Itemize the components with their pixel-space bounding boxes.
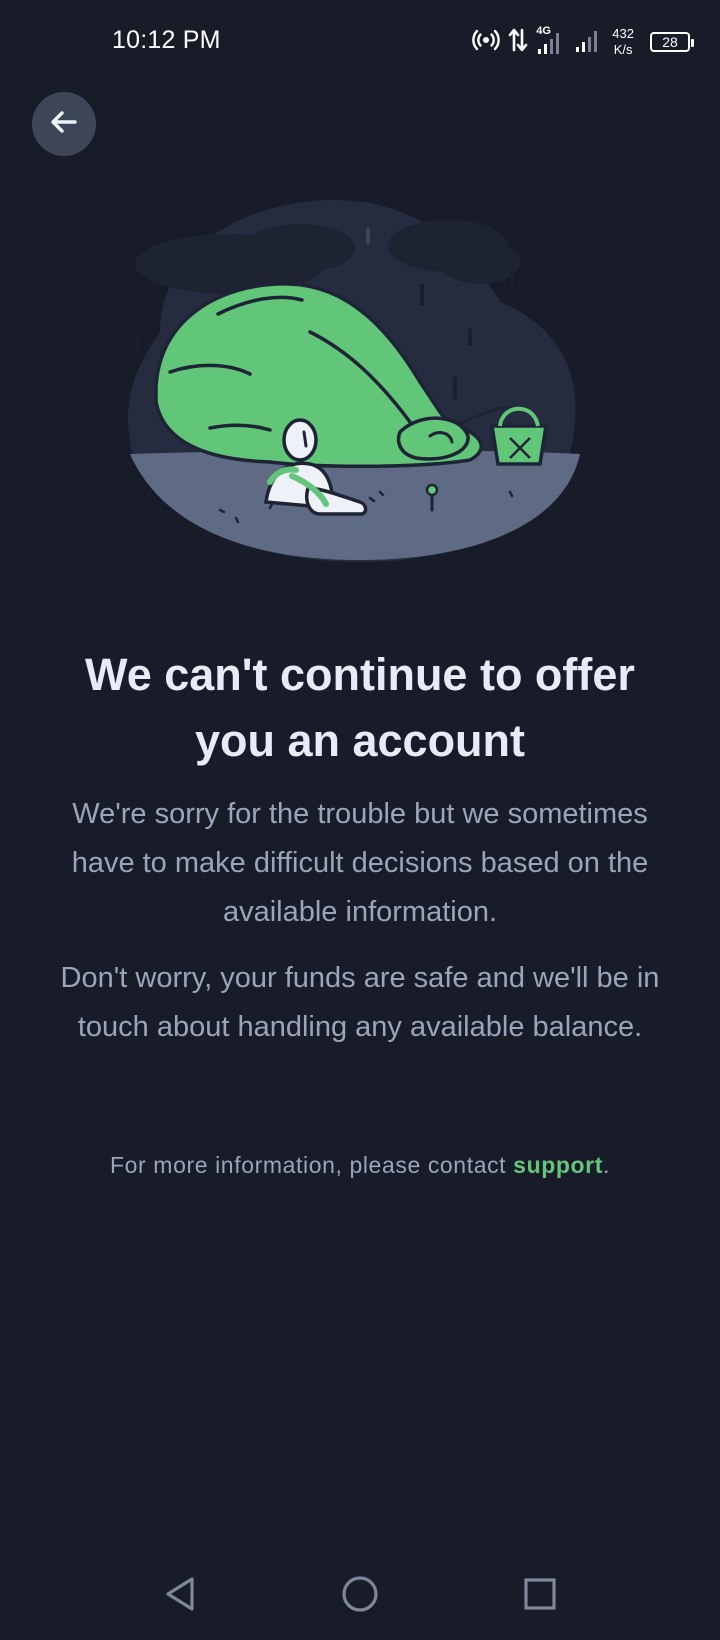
network-speed: 432 K/s: [612, 26, 634, 58]
status-icons: 4G 432 K/s 28: [472, 22, 694, 62]
square-recents-icon: [520, 1574, 560, 1619]
account-closed-illustration: [120, 192, 600, 582]
system-nav-bar: [0, 1560, 720, 1640]
contact-prefix: For more information, please contact: [110, 1152, 514, 1178]
data-transfer-icon: [508, 26, 528, 59]
contact-support-line: For more information, please contact sup…: [40, 1148, 680, 1182]
support-link[interactable]: support: [513, 1152, 603, 1178]
signal-icon: [574, 26, 602, 59]
apology-paragraph: We're sorry for the trouble but we somet…: [71, 798, 649, 928]
nav-home-button[interactable]: [332, 1568, 388, 1624]
battery-level: 28: [662, 34, 678, 50]
nav-back-button[interactable]: [152, 1568, 208, 1624]
back-button[interactable]: [32, 92, 96, 156]
signal-4g-icon: 4G: [536, 25, 566, 57]
circle-home-icon: [340, 1574, 380, 1619]
hotspot-icon: [472, 26, 501, 59]
triangle-back-icon: [160, 1574, 200, 1619]
status-time: 10:12 PM: [112, 26, 221, 54]
page-title: We can't continue to offer you an accoun…: [85, 649, 635, 766]
funds-safe-paragraph: Don't worry, your funds are safe and we'…: [60, 962, 660, 1043]
network-speed-unit: K/s: [613, 42, 633, 57]
contact-suffix: .: [602, 1152, 610, 1178]
arrow-left-icon: [49, 107, 79, 142]
nav-recents-button[interactable]: [512, 1568, 568, 1624]
battery-icon: 28: [650, 32, 694, 52]
network-speed-value: 432: [612, 26, 634, 41]
status-bar: 10:12 PM 4G 432 K/s 28: [0, 0, 720, 84]
